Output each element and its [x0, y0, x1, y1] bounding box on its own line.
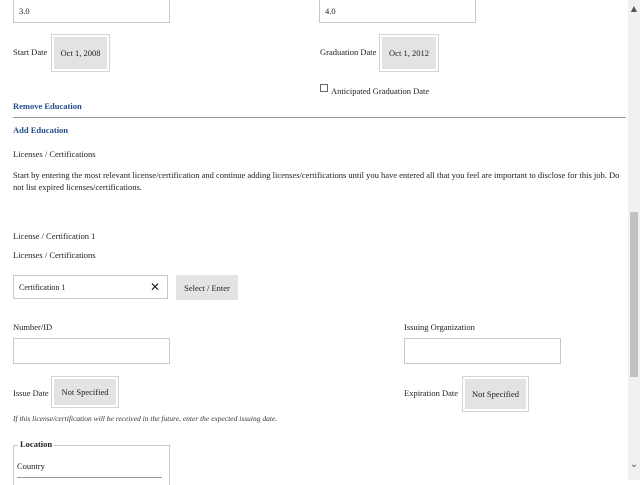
chevron-down-icon[interactable]: ⌄ [628, 458, 640, 470]
start-date-value: Oct 1, 2008 [54, 37, 107, 69]
anticipated-graduation-checkbox[interactable] [320, 84, 328, 92]
section-divider [13, 117, 626, 118]
issue-date-value: Not Specified [54, 379, 116, 405]
country-label: Country [17, 461, 45, 471]
future-issue-hint: If this license/certification will be re… [13, 414, 278, 423]
licenses-instructions: Start by entering the most relevant lice… [13, 170, 620, 192]
major-gpa-field[interactable]: 4.0 [319, 0, 476, 23]
major-gpa-value: 4.0 [325, 6, 336, 16]
licenses-section-title: Licenses / Certifications [13, 149, 96, 159]
gpa-value: 3.0 [19, 6, 30, 16]
certification-field[interactable]: Certification 1 ✕ [13, 275, 168, 299]
issue-date-label: Issue Date [13, 388, 49, 398]
license-item-title: License / Certification 1 [13, 231, 96, 241]
close-icon[interactable]: ✕ [150, 281, 160, 293]
select-enter-button[interactable]: Select / Enter [176, 275, 238, 300]
expiration-date-value: Not Specified [465, 379, 526, 409]
chevron-up-icon[interactable]: ▲ [628, 2, 640, 14]
certification-value: Certification 1 [19, 283, 66, 292]
scrollbar[interactable]: ▲ ⌄ [628, 0, 640, 480]
scrollbar-thumb[interactable] [630, 212, 638, 377]
remove-education-link[interactable]: Remove Education [13, 101, 82, 111]
number-id-input[interactable] [13, 338, 170, 364]
expiration-date-picker[interactable]: Not Specified [462, 376, 529, 412]
graduation-date-label: Graduation Date [320, 47, 377, 57]
issuing-org-label: Issuing Organization [404, 322, 475, 332]
gpa-field[interactable]: 3.0 [13, 0, 170, 23]
start-date-picker[interactable]: Oct 1, 2008 [51, 34, 110, 72]
start-date-label: Start Date [13, 47, 48, 57]
country-select-edge[interactable] [17, 477, 162, 481]
location-heading: Location [18, 439, 55, 449]
issuing-org-input[interactable] [404, 338, 561, 364]
number-id-label: Number/ID [13, 322, 53, 332]
license-item-subtitle: Licenses / Certifications [13, 250, 96, 260]
add-education-link[interactable]: Add Education [13, 125, 68, 135]
graduation-date-value: Oct 1, 2012 [382, 37, 436, 69]
graduation-date-picker[interactable]: Oct 1, 2012 [379, 34, 439, 72]
expiration-date-label: Expiration Date [404, 388, 459, 398]
issue-date-picker[interactable]: Not Specified [51, 376, 119, 408]
anticipated-graduation-label: Anticipated Graduation Date [331, 86, 430, 96]
